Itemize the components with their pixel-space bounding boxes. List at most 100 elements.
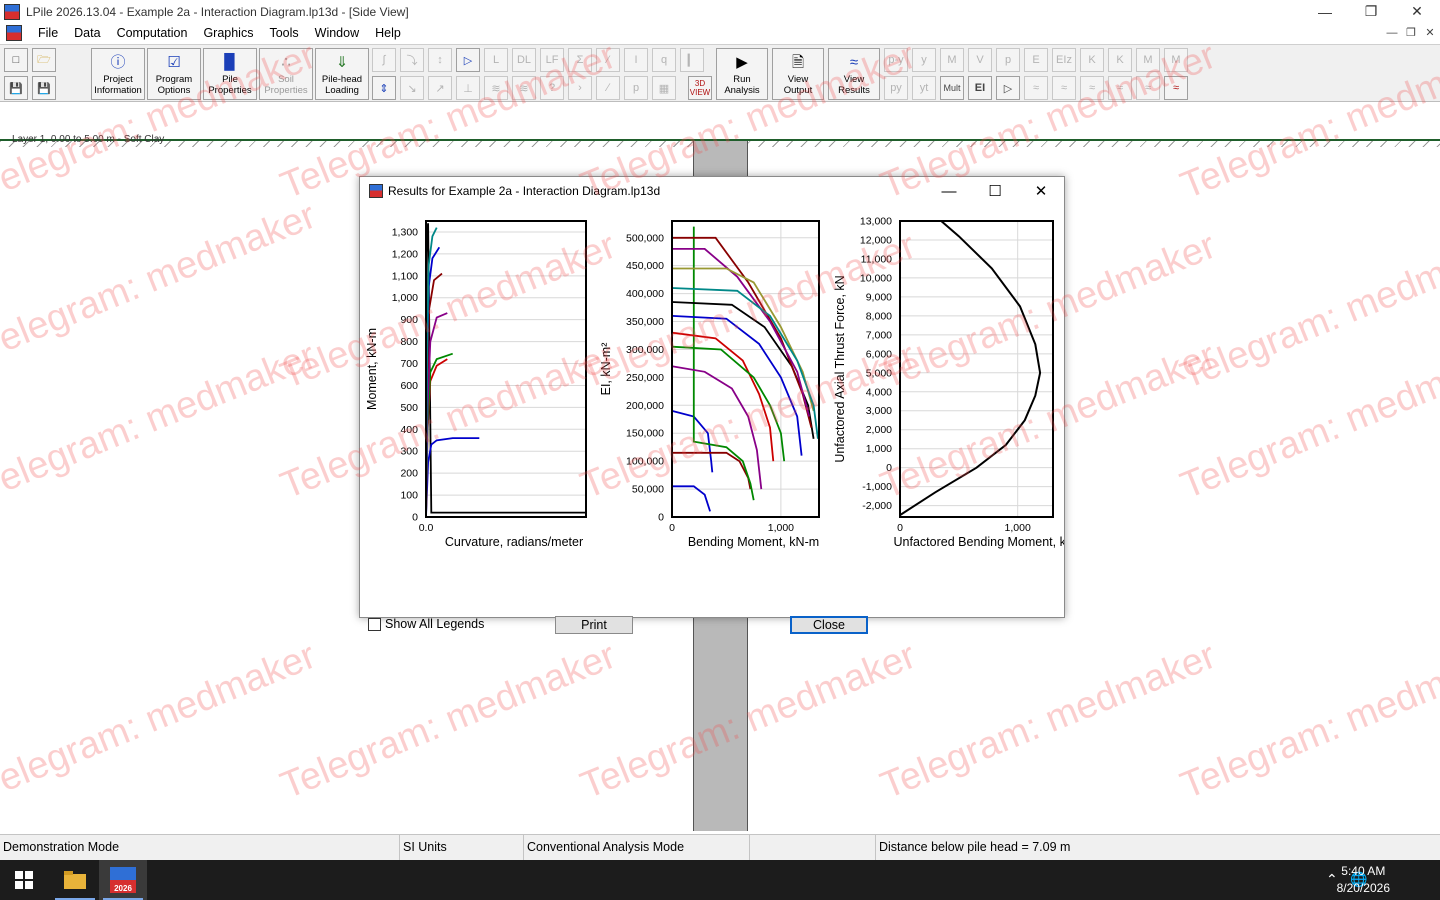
windows-start-icon[interactable] — [0, 860, 48, 900]
print-button[interactable]: Print — [555, 616, 633, 634]
plot-kt-icon[interactable]: K — [1108, 48, 1132, 72]
graph-tool-19-icon[interactable]: ? — [540, 76, 564, 100]
menu-computation[interactable]: Computation — [109, 26, 196, 40]
mult-button[interactable]: Mult — [940, 76, 964, 100]
show-all-legends-checkbox[interactable]: Show All Legends — [368, 617, 484, 631]
plot-V-icon[interactable]: V — [968, 48, 992, 72]
vertical-arrows-icon[interactable]: ⇕ — [372, 76, 396, 100]
new-file-icon[interactable]: □ — [4, 48, 28, 72]
y-tick-label: 1,300 — [392, 226, 418, 238]
lpile-taskbar-button[interactable]: 2026 — [99, 860, 147, 900]
close-window-icon[interactable]: ✕ — [1394, 0, 1440, 23]
graph-tool-12-icon[interactable]: ▎ — [680, 48, 704, 72]
view-results-button[interactable]: ≈ View Results — [828, 48, 880, 100]
file-explorer-icon[interactable] — [51, 860, 99, 900]
plot-mvl-icon[interactable]: M — [1164, 48, 1188, 72]
plot-tool-e-icon[interactable]: ≈ — [1136, 76, 1160, 100]
graph-tool-16-icon[interactable]: ⊥ — [456, 76, 480, 100]
checkbox-box[interactable] — [368, 617, 381, 631]
graph-L-icon[interactable]: L — [484, 48, 508, 72]
graph-q-icon[interactable]: q — [652, 48, 676, 72]
project-information-label: Project Information — [94, 74, 142, 96]
plot-y-icon[interactable]: y — [912, 48, 936, 72]
plot-tool-c-icon[interactable]: ≈ — [1080, 76, 1104, 100]
graph-tool-2-icon[interactable]: ⤵ — [400, 48, 424, 72]
save-as-icon[interactable]: 💾 — [32, 76, 56, 100]
menu-window[interactable]: Window — [307, 26, 367, 40]
load-arrow-icon: ⇓ — [335, 54, 349, 71]
dialog-minimize-icon[interactable]: — — [926, 177, 972, 205]
plot-M-icon[interactable]: M — [940, 48, 964, 72]
save-icon[interactable]: 💾 — [4, 76, 28, 100]
plot-esy-icon[interactable]: E — [1024, 48, 1048, 72]
graph-grid-icon[interactable]: ▦ — [652, 76, 676, 100]
close-button[interactable]: Close — [790, 616, 868, 634]
graph-p-icon[interactable]: p — [624, 76, 648, 100]
graph-tool-1-icon[interactable]: ∫ — [372, 48, 396, 72]
mdi-restore-icon[interactable]: ❐ — [1403, 26, 1419, 40]
y-tick-label: 900 — [400, 314, 418, 326]
x-tick-label: 1,000 — [1005, 522, 1031, 534]
pilehead-loading-button[interactable]: ⇓ Pile-head Loading — [315, 48, 369, 100]
document-icon[interactable] — [6, 25, 22, 41]
run-analysis-button[interactable]: ▶ Run Analysis — [716, 48, 768, 100]
soil-properties-button[interactable]: ∴ Soil Properties — [259, 48, 313, 100]
menu-data[interactable]: Data — [66, 26, 108, 40]
pilehead-loading-label: Pile-head Loading — [321, 74, 363, 96]
y-tick-label: 700 — [400, 358, 418, 370]
plot-eiz-icon[interactable]: EIz — [1052, 48, 1076, 72]
view-output-button[interactable]: 🗎 View Output — [772, 48, 824, 100]
interaction-plot-icon[interactable]: ▷ — [996, 76, 1020, 100]
y-tick-label: 400 — [400, 424, 418, 436]
menu-graphics[interactable]: Graphics — [195, 26, 261, 40]
3d-view-button[interactable]: 3D VIEW — [688, 76, 712, 100]
restore-icon[interactable]: ❐ — [1348, 0, 1394, 23]
y-tick-label: 8,000 — [866, 310, 892, 322]
plot-curves-icon[interactable]: ≈ — [1164, 76, 1188, 100]
plot-tool-d-icon[interactable]: ≈ — [1108, 76, 1132, 100]
dialog-title: Results for Example 2a - Interaction Dia… — [388, 184, 661, 198]
graph-tool-9-icon[interactable]: ⁄ — [596, 48, 620, 72]
ei-button[interactable]: EI — [968, 76, 992, 100]
graph-tool-21-icon[interactable]: ∕ — [596, 76, 620, 100]
graph-DL-icon[interactable]: DL — [512, 48, 536, 72]
plot-tool-a-icon[interactable]: ≈ — [1024, 76, 1048, 100]
graph-sum-icon[interactable]: Σ — [568, 48, 592, 72]
menu-file[interactable]: File — [30, 26, 66, 40]
program-options-button[interactable]: ☑ Program Options — [147, 48, 201, 100]
status-distance: Distance below pile head = 7.09 m — [879, 840, 1071, 854]
plot-p-icon[interactable]: p — [996, 48, 1020, 72]
y-tick-label: 500,000 — [626, 232, 664, 244]
graph-tool-10-icon[interactable]: I — [624, 48, 648, 72]
plot-py2-icon[interactable]: py — [884, 76, 908, 100]
clock[interactable]: 5:40 AM 8/20/2026 — [1337, 863, 1390, 897]
graph-tool-14-icon[interactable]: ↘ — [400, 76, 424, 100]
open-folder-icon[interactable]: 🗁 — [32, 48, 56, 72]
y-tick-label: 12,000 — [860, 234, 892, 246]
mdi-minimize-icon[interactable]: — — [1384, 26, 1400, 40]
graph-tool-17-icon[interactable]: ≋ — [484, 76, 508, 100]
graph-LF-icon[interactable]: LF — [540, 48, 564, 72]
dialog-maximize-icon[interactable]: ☐ — [972, 177, 1018, 205]
series-line-1 — [899, 220, 1042, 516]
project-information-button[interactable]: ⓘ Project Information — [91, 48, 145, 100]
plot-py-icon[interactable]: p-y — [884, 48, 908, 72]
interaction-diagram-icon[interactable]: ▷ — [456, 48, 480, 72]
graph-tool-20-icon[interactable]: › — [568, 76, 592, 100]
minimize-icon[interactable]: — — [1302, 0, 1348, 23]
plot-mv-icon[interactable]: M — [1136, 48, 1160, 72]
menu-tools[interactable]: Tools — [261, 26, 306, 40]
mdi-close-icon[interactable]: ✕ — [1422, 26, 1438, 40]
show-all-legends-label: Show All Legends — [385, 617, 485, 631]
pile-properties-button[interactable]: ▉ Pile Properties — [203, 48, 257, 100]
plot-yt-icon[interactable]: yt — [912, 76, 936, 100]
plot-tool-b-icon[interactable]: ≈ — [1052, 76, 1076, 100]
run-analysis-label: Run Analysis — [724, 74, 760, 96]
graph-tool-18-icon[interactable]: ≋ — [512, 76, 536, 100]
graph-tool-15-icon[interactable]: ↗ — [428, 76, 452, 100]
plot-k-icon[interactable]: K — [1080, 48, 1104, 72]
dialog-title-bar[interactable]: Results for Example 2a - Interaction Dia… — [360, 177, 1064, 205]
graph-tool-3-icon[interactable]: ↕ — [428, 48, 452, 72]
menu-help[interactable]: Help — [367, 26, 409, 40]
dialog-close-icon[interactable]: ✕ — [1018, 177, 1064, 205]
